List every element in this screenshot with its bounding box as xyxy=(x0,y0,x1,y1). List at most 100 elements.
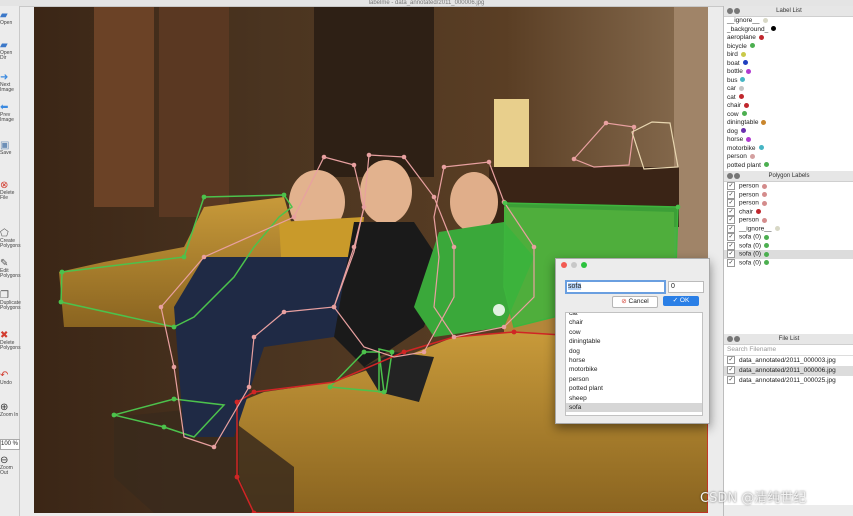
label-list-item[interactable]: bicycle xyxy=(724,43,853,52)
file-name: data_annotated/2011_000006.jpg xyxy=(739,367,836,374)
label-option[interactable]: sofa xyxy=(566,402,702,413)
close-icon[interactable] xyxy=(727,336,733,342)
dialog-minimize-button[interactable] xyxy=(571,262,577,268)
label-text: cow xyxy=(727,110,739,118)
toolbar-button-zoom-out[interactable]: ⊖ Zoom Out xyxy=(0,455,19,476)
toolbar-button-duplicate-polygons[interactable]: ❐ Duplicate Polygons xyxy=(0,290,21,311)
polygon-list-item[interactable]: ✓ sofa (0) xyxy=(724,258,853,268)
cancel-button[interactable]: ⊘ Cancel xyxy=(612,296,658,308)
label-list-item[interactable]: diningtable xyxy=(724,119,853,128)
label-dialog: sofa 0 ⊘ Cancel ✓ OK cat chair cow diningta… xyxy=(555,258,710,424)
label-list-item[interactable]: bird xyxy=(724,51,853,60)
label-text: boat xyxy=(727,59,740,67)
float-icon[interactable] xyxy=(734,336,740,342)
toolbar-button-save[interactable]: ▣ Save xyxy=(0,140,19,156)
toolbar-label: Delete Polygons xyxy=(0,340,21,351)
polygon-list-item[interactable]: ✓ person xyxy=(724,199,853,208)
label-option[interactable]: chair xyxy=(566,318,702,327)
file-search-input[interactable]: Search Filename xyxy=(724,345,853,356)
label-list-item[interactable]: chair xyxy=(724,102,853,111)
checkbox[interactable]: ✓ xyxy=(727,216,735,224)
polygon-label-text: sofa (0) xyxy=(739,250,762,258)
color-dot-icon xyxy=(738,94,744,100)
checkbox[interactable]: ✓ xyxy=(727,366,735,375)
dialog-close-button[interactable] xyxy=(561,262,567,268)
polygon-list-item[interactable]: ✓ person xyxy=(724,190,853,200)
toolbar-button-open[interactable]: ▰ Open xyxy=(0,10,19,26)
label-options-list[interactable]: cat chair cow diningtable dog horse motorbike p… xyxy=(565,312,703,416)
zoom-value-input[interactable]: 100 % xyxy=(0,439,20,450)
toolbar-button-delete-polygons[interactable]: ✖ Delete Polygons xyxy=(0,330,21,351)
label-option[interactable]: dog xyxy=(566,347,702,356)
label-list-item[interactable]: __ignore__ xyxy=(724,17,853,26)
polygon-list-item[interactable]: ✓ sofa (0) xyxy=(724,241,853,251)
checkbox[interactable]: ✓ xyxy=(727,199,735,207)
toolbar-button-open-dir[interactable]: ▰ Open Dir xyxy=(0,40,19,61)
polygon-list-item[interactable]: ✓ sofa (0) xyxy=(724,250,853,259)
label-list: __ignore__ _background_ aeroplane bicycle bi… xyxy=(724,17,853,171)
checkbox[interactable]: ✓ xyxy=(727,224,735,233)
checkbox[interactable]: ✓ xyxy=(727,250,735,258)
label-option[interactable]: horse xyxy=(566,356,702,365)
toolbar-button-delete-file[interactable]: ⊗ Delete File xyxy=(0,180,19,201)
toolbar-button-create-polygons[interactable]: ⬠ Create Polygons xyxy=(0,228,21,249)
label-option[interactable]: person xyxy=(566,375,702,384)
toolbar-button-edit-polygons[interactable]: ✎ Edit Polygons xyxy=(0,258,21,279)
checkbox[interactable]: ✓ xyxy=(727,182,735,190)
toolbar-label: Open Dir xyxy=(0,50,13,61)
checkbox[interactable]: ✓ xyxy=(727,376,735,385)
label-option[interactable]: diningtable xyxy=(566,337,702,346)
label-option[interactable]: sheep xyxy=(566,394,702,403)
label-option[interactable]: motorbike xyxy=(566,365,702,374)
checkbox[interactable]: ✓ xyxy=(727,241,735,250)
toolbar-label: Edit Polygons xyxy=(0,268,21,279)
color-dot-icon xyxy=(740,51,746,57)
polygon-list-item[interactable]: ✓ person xyxy=(724,216,853,225)
polygon-list-item[interactable]: ✓ __ignore__ xyxy=(724,224,853,234)
ok-button[interactable]: ✓ OK xyxy=(663,296,699,306)
polygon-labels-title: Polygon Labels xyxy=(768,173,810,179)
polygon-label-text: sofa (0) xyxy=(739,233,762,241)
dialog-zoom-button[interactable] xyxy=(581,262,587,268)
label-list-item[interactable]: boat xyxy=(724,60,853,69)
close-icon[interactable] xyxy=(727,173,733,179)
label-list-item[interactable]: car xyxy=(724,85,853,94)
polygon-label-text: person xyxy=(739,216,759,224)
float-icon[interactable] xyxy=(734,8,740,14)
color-dot-icon xyxy=(756,209,762,214)
toolbar-button-prev-image[interactable]: ⬅ Prev Image xyxy=(0,102,19,123)
checkbox[interactable]: ✓ xyxy=(727,207,735,216)
toolbar-button-undo[interactable]: ↶ Undo xyxy=(0,370,19,386)
label-option[interactable]: potted plant xyxy=(566,384,702,393)
float-icon[interactable] xyxy=(734,173,740,179)
polygon-list-item[interactable]: ✓ chair xyxy=(724,207,853,217)
checkbox[interactable]: ✓ xyxy=(727,356,735,365)
group-id-input[interactable]: 0 xyxy=(668,281,704,293)
label-list-item[interactable]: dog xyxy=(724,128,853,137)
toolbar-label: Open xyxy=(0,20,13,26)
label-list-item[interactable]: cat xyxy=(724,94,853,103)
close-icon[interactable] xyxy=(727,8,733,14)
file-list-item[interactable]: ✓ data_annotated/2011_000003.jpg xyxy=(724,356,853,366)
label-list-item[interactable]: aeroplane xyxy=(724,34,853,43)
polygon-list-item[interactable]: ✓ person xyxy=(724,182,853,191)
label-list-item[interactable]: bottle xyxy=(724,68,853,77)
checkbox[interactable]: ✓ xyxy=(727,258,735,267)
toolbar-button-next-image[interactable]: ➜ Next Image xyxy=(0,72,19,93)
label-list-item[interactable]: motorbike xyxy=(724,145,853,154)
file-name: data_annotated/2011_000025.jpg xyxy=(739,377,836,384)
label-list-item[interactable]: bus xyxy=(724,77,853,86)
file-list-item[interactable]: ✓ data_annotated/2011_000025.jpg xyxy=(724,376,853,386)
label-name-input[interactable]: sofa xyxy=(565,280,666,294)
checkbox[interactable]: ✓ xyxy=(727,190,735,199)
toolbar-button-zoom-in[interactable]: ⊕ Zoom In xyxy=(0,402,19,418)
file-list-item[interactable]: ✓ data_annotated/2011_000006.jpg xyxy=(724,366,853,376)
label-option[interactable]: cow xyxy=(566,328,702,337)
label-list-item[interactable]: _background_ xyxy=(724,26,853,35)
label-list-item[interactable]: horse xyxy=(724,136,853,145)
polygon-list-item[interactable]: ✓ sofa (0) xyxy=(724,233,853,242)
label-list-item[interactable]: person xyxy=(724,153,853,162)
label-list-item[interactable]: cow xyxy=(724,111,853,120)
label-list-item[interactable]: potted plant xyxy=(724,162,853,171)
checkbox[interactable]: ✓ xyxy=(727,233,735,241)
